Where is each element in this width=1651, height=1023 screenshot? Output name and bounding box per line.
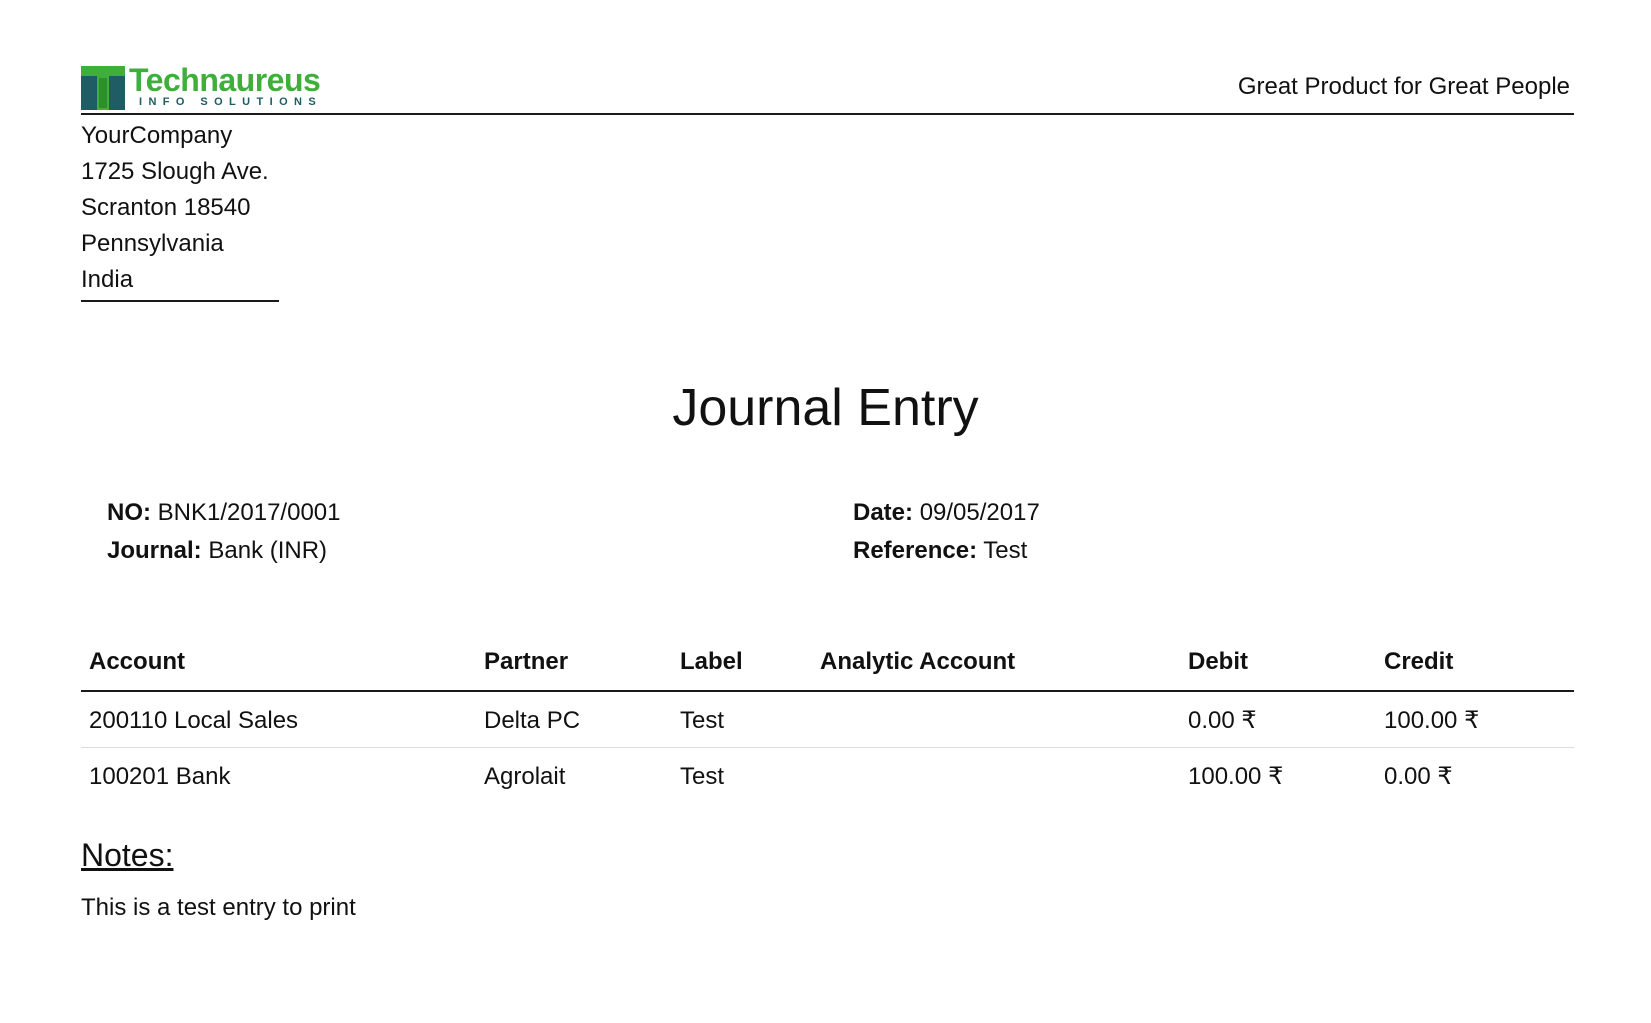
table-row: 200110 Local Sales Delta PC Test 0.00 ₹ …	[81, 692, 1574, 748]
entry-number-value: BNK1/2017/0001	[157, 499, 341, 526]
company-tagline: Great Product for Great People	[1237, 73, 1570, 100]
company-street: 1725 Slough Ave.	[81, 158, 269, 185]
column-header-account: Account	[89, 648, 185, 675]
table-row: 100201 Bank Agrolait Test 100.00 ₹ 0.00 …	[81, 748, 1574, 804]
company-name: YourCompany	[81, 122, 233, 149]
logo-wordmark: Technaureus	[129, 62, 321, 98]
column-header-analytic-account: Analytic Account	[820, 648, 1016, 675]
cell-credit: 100.00 ₹	[1384, 707, 1480, 734]
cell-debit: 0.00 ₹	[1188, 707, 1257, 734]
company-state: Pennsylvania	[81, 230, 224, 257]
cell-debit: 100.00 ₹	[1188, 763, 1284, 790]
entry-reference-label: Reference:	[853, 537, 978, 564]
cell-partner: Agrolait	[484, 763, 566, 790]
cell-account: 200110 Local Sales	[89, 707, 299, 734]
column-header-label: Label	[680, 648, 743, 675]
company-logo: Technaureus INFO SOLUTIONS	[81, 62, 351, 110]
entry-journal-label: Journal:	[107, 537, 202, 564]
cell-label: Test	[680, 763, 725, 790]
entry-journal: Journal: Bank (INR)	[107, 532, 340, 570]
cell-credit: 0.00 ₹	[1384, 763, 1453, 790]
logo-t-icon	[81, 66, 125, 110]
entry-date: Date: 09/05/2017	[853, 494, 1040, 532]
cell-label: Test	[680, 707, 725, 734]
cell-partner: Delta PC	[484, 707, 581, 734]
entry-info-left: NO: BNK1/2017/0001 Journal: Bank (INR)	[107, 494, 340, 570]
logo-subtitle: INFO SOLUTIONS	[139, 96, 323, 108]
entry-journal-value: Bank (INR)	[208, 537, 328, 564]
journal-entry-report: Technaureus INFO SOLUTIONS Great Product…	[0, 0, 1651, 1023]
entry-info-right: Date: 09/05/2017 Reference: Test	[853, 494, 1040, 570]
entry-date-value: 09/05/2017	[919, 499, 1040, 526]
entry-number: NO: BNK1/2017/0001	[107, 494, 340, 532]
document-title: Journal Entry	[672, 379, 979, 437]
company-city-zip: Scranton 18540	[81, 194, 251, 221]
entry-number-label: NO:	[107, 499, 151, 526]
notes-body: This is a test entry to print	[81, 894, 356, 921]
report-header: Technaureus INFO SOLUTIONS Great Product…	[81, 60, 1574, 115]
column-header-partner: Partner	[484, 648, 569, 675]
notes-heading: Notes:	[81, 837, 174, 873]
journal-lines-table: Account Partner Label Analytic Account D…	[81, 640, 1574, 804]
cell-account: 100201 Bank	[89, 763, 231, 790]
table-header-row: Account Partner Label Analytic Account D…	[81, 640, 1574, 692]
entry-date-label: Date:	[853, 499, 914, 526]
company-address: YourCompany 1725 Slough Ave. Scranton 18…	[81, 118, 279, 302]
entry-reference: Reference: Test	[853, 532, 1040, 570]
column-header-credit: Credit	[1384, 648, 1454, 675]
company-country: India	[81, 266, 134, 293]
column-header-debit: Debit	[1188, 648, 1248, 675]
entry-reference-value: Test	[983, 537, 1028, 564]
